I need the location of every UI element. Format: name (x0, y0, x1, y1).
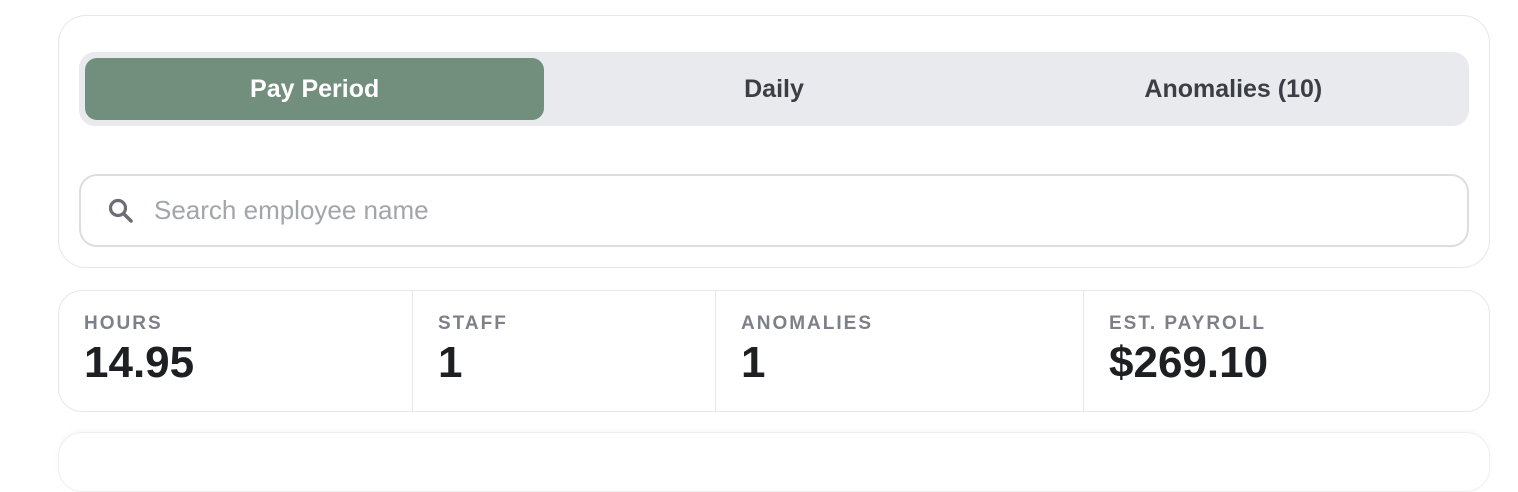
tab-anomalies[interactable]: Anomalies (10) (1004, 58, 1463, 120)
stat-est-payroll-label: EST. PAYROLL (1109, 313, 1267, 334)
stat-hours: HOURS 14.95 (59, 291, 412, 411)
view-segmented-control: Pay Period Daily Anomalies (10) (79, 52, 1469, 126)
summary-stats: HOURS 14.95 STAFF 1 ANOMALIES 1 EST. PAY… (58, 290, 1490, 412)
stat-est-payroll: EST. PAYROLL $269.10 (1083, 291, 1489, 411)
stat-staff: STAFF 1 (412, 291, 715, 411)
next-card (58, 432, 1490, 492)
stat-staff-label: STAFF (438, 313, 508, 334)
search-input[interactable] (154, 180, 1467, 241)
search-box (79, 174, 1469, 247)
stat-anomalies: ANOMALIES 1 (715, 291, 1083, 411)
stat-staff-value: 1 (438, 338, 463, 387)
stat-hours-value: 14.95 (84, 338, 195, 387)
stat-est-payroll-value: $269.10 (1109, 338, 1269, 387)
stat-hours-label: HOURS (84, 313, 163, 334)
tab-pay-period[interactable]: Pay Period (85, 58, 545, 120)
stat-anomalies-label: ANOMALIES (741, 313, 873, 334)
search-icon (106, 196, 136, 226)
tab-daily[interactable]: Daily (544, 58, 1003, 120)
stat-anomalies-value: 1 (741, 338, 766, 387)
